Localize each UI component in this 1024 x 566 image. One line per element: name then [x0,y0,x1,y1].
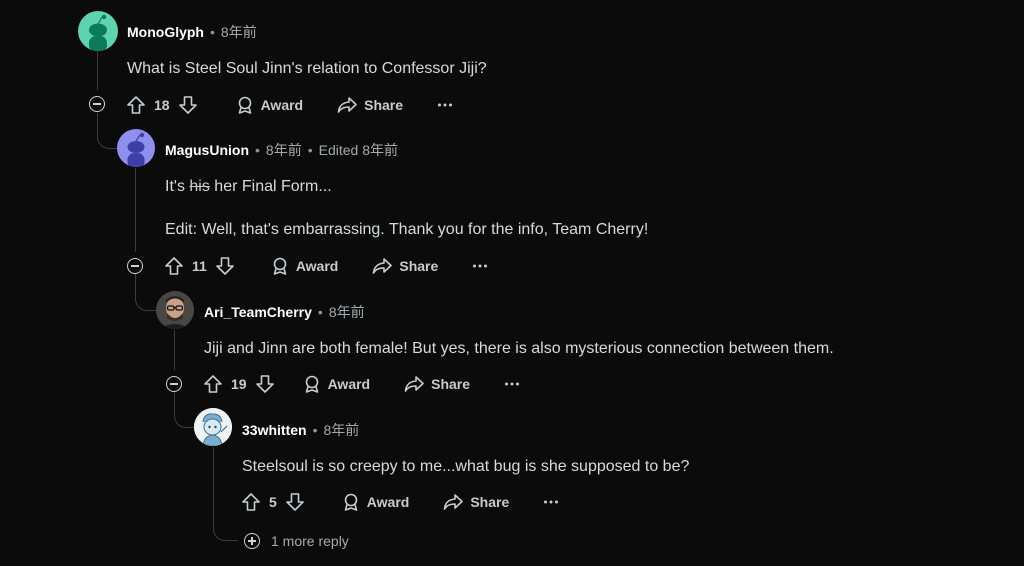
more-options-icon [438,103,453,107]
award-icon [238,96,251,114]
award-label: Award [295,258,339,274]
separator-dot: • [210,24,215,40]
vote-count: 18 [154,97,170,113]
award-icon [273,257,287,275]
share-icon [337,97,357,113]
downvote-icon[interactable] [285,492,305,512]
comment-meta: MagusUnion • 8年前 • Edited 8年前 [165,140,398,160]
timestamp[interactable]: 8年前 [266,140,302,160]
share-label: Share [399,258,439,274]
award-button[interactable]: Award [271,257,339,275]
body-text: It's [165,178,190,195]
comment-meta: MonoGlyph • 8年前 [127,22,257,42]
comment-body: Steelsoul is so creepy to me...what bug … [242,458,690,475]
share-label: Share [470,494,510,510]
upvote-icon[interactable] [203,374,223,394]
award-button[interactable]: Award [303,375,371,393]
timestamp[interactable]: 8年前 [221,22,257,42]
more-options-button[interactable] [543,499,559,505]
share-button[interactable]: Share [337,96,403,114]
collapse-thread-button[interactable] [166,376,182,392]
comment-actions: 11 Award Share [164,254,488,278]
username[interactable]: MagusUnion [165,142,249,158]
username[interactable]: Ari_TeamCherry [204,304,312,320]
comment-actions: 19 Award Share [203,372,520,396]
comment-body: Jiji and Jinn are both female! But yes, … [204,340,834,357]
comment-actions: 5 Award Share [241,490,559,514]
thread-line [174,330,175,370]
more-replies-link[interactable]: 1 more reply [271,533,349,549]
comment-actions: 18 Award Share [126,93,453,117]
thread-elbow [213,447,238,541]
username[interactable]: MonoGlyph [127,24,204,40]
share-button[interactable]: Share [404,375,470,393]
share-button[interactable]: Share [372,257,438,275]
vote-count: 19 [231,376,247,392]
comment-meta: 33whitten • 8年前 [242,420,359,440]
vote-count: 5 [269,494,277,510]
award-button[interactable]: Award [342,493,410,511]
separator-dot: • [312,422,318,438]
body-text: her Final Form... [209,178,332,195]
expand-replies-icon[interactable] [244,533,260,549]
separator-dot: • [255,142,260,158]
struck-text: his [189,178,210,195]
upvote-icon[interactable] [241,492,261,512]
thread-line [97,50,98,90]
share-button[interactable]: Share [443,493,509,511]
thread-elbow [135,274,156,311]
award-button[interactable]: Award [236,96,304,114]
avatar[interactable] [194,408,232,446]
share-icon [404,376,424,392]
more-options-button[interactable] [504,381,520,387]
downvote-icon[interactable] [255,374,275,394]
username[interactable]: 33whitten [242,422,307,438]
avatar[interactable] [156,291,194,329]
share-label: Share [431,376,471,392]
timestamp[interactable]: 8年前 [323,420,359,440]
separator-dot: • [317,304,323,320]
separator-dot: • [307,142,313,158]
share-label: Share [364,97,404,113]
award-label: Award [327,376,371,392]
comment-body: What is Steel Soul Jinn's relation to Co… [127,60,487,77]
timestamp[interactable]: 8年前 [329,302,365,322]
share-icon [373,258,393,274]
more-options-icon [473,264,488,268]
award-label: Award [366,494,410,510]
avatar[interactable] [117,129,155,167]
edited-label: Edited 8年前 [318,142,398,158]
thread-line [135,168,136,252]
upvote-icon[interactable] [126,95,146,115]
award-label: Award [260,97,304,113]
more-options-button[interactable] [472,263,488,269]
comment-body: It's his her Final Form... [165,178,332,196]
collapse-thread-button[interactable] [89,96,105,112]
comment-edit-note: Edit: Well, that's embarrassing. Thank y… [165,221,649,238]
downvote-icon[interactable] [215,256,235,276]
vote-count: 11 [192,258,207,274]
thread-elbow [97,113,118,149]
more-options-button[interactable] [437,102,453,108]
share-icon [444,494,464,510]
more-options-icon [505,382,520,386]
collapse-thread-button[interactable] [127,258,143,274]
upvote-icon[interactable] [164,256,184,276]
comment-meta: Ari_TeamCherry • 8年前 [204,302,365,322]
thread-elbow [174,392,195,428]
award-icon [305,375,318,393]
downvote-icon[interactable] [178,95,198,115]
more-options-icon [544,500,559,504]
award-icon [344,493,358,511]
avatar[interactable] [78,11,118,51]
